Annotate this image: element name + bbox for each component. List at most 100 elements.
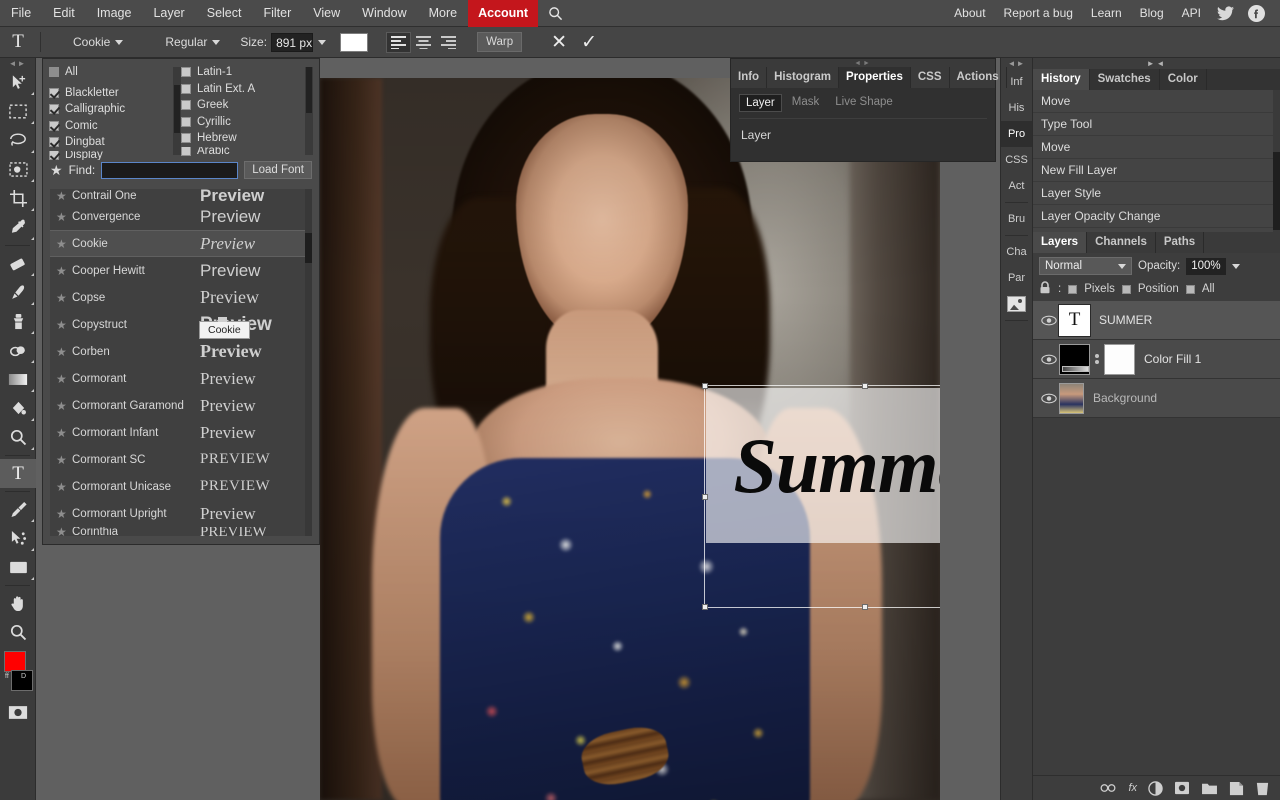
font-category-all[interactable]: All — [49, 64, 173, 81]
twitter-icon[interactable] — [1210, 6, 1241, 21]
foreground-background-colors[interactable]: ff D — [0, 650, 36, 696]
align-center-icon[interactable] — [411, 32, 436, 53]
star-icon[interactable]: ★ — [56, 189, 72, 203]
layer-name[interactable]: SUMMER — [1099, 313, 1152, 327]
font-list[interactable]: ★ Contrail One Preview ★ Convergence Pre… — [50, 189, 312, 536]
tab-layers[interactable]: Layers — [1033, 232, 1087, 253]
checkbox[interactable] — [181, 67, 191, 77]
menu-item-edit[interactable]: Edit — [42, 0, 86, 27]
move-tool[interactable] — [0, 68, 36, 97]
toolbar-grip[interactable]: ◄► — [0, 58, 35, 68]
menu-item-layer[interactable]: Layer — [142, 0, 195, 27]
transform-handle-bottom-center[interactable] — [862, 604, 868, 610]
font-list-item[interactable]: ★ Cormorant SC PREVIEW — [50, 446, 312, 473]
zoom-tool[interactable] — [0, 423, 36, 452]
load-font-button[interactable]: Load Font — [244, 161, 312, 179]
star-icon[interactable]: ★ — [56, 507, 72, 521]
menu-item-learn[interactable]: Learn — [1082, 0, 1131, 27]
font-style-dropdown[interactable]: Regular — [159, 32, 226, 53]
object-select-tool[interactable] — [0, 155, 36, 184]
star-icon[interactable]: ★ — [56, 210, 72, 224]
commit-check-icon[interactable]: ✓ — [574, 33, 604, 52]
history-item[interactable]: Type Tool — [1033, 113, 1280, 136]
dock-css[interactable]: CSS — [1001, 147, 1032, 173]
transform-handle-middle-left[interactable] — [702, 494, 708, 500]
tab-history[interactable]: History — [1033, 69, 1090, 90]
font-list-item[interactable]: ★ Cormorant Upright Preview — [50, 500, 312, 527]
layer-row-background[interactable]: Background — [1033, 379, 1280, 418]
star-icon[interactable]: ★ — [56, 426, 72, 440]
background-layer-thumbnail[interactable] — [1059, 383, 1084, 414]
history-item[interactable]: Move — [1033, 90, 1280, 113]
font-script-hebrew[interactable]: Hebrew — [181, 130, 305, 147]
lock-position-checkbox[interactable] — [1122, 285, 1131, 294]
checkbox[interactable] — [181, 100, 191, 110]
checkbox[interactable] — [181, 84, 191, 94]
menu-item-select[interactable]: Select — [196, 0, 253, 27]
adjustment-layer-icon[interactable] — [1148, 781, 1163, 796]
search-icon[interactable] — [538, 0, 573, 27]
gradient-tool[interactable] — [0, 365, 36, 394]
layer-mask-icon[interactable] — [1174, 781, 1190, 795]
font-category-right-scrollbar[interactable] — [305, 67, 313, 155]
layer-name[interactable]: Background — [1093, 391, 1157, 405]
type-tool[interactable]: T — [0, 459, 36, 488]
transform-handle-top-center[interactable] — [862, 383, 868, 389]
font-category-calligraphic[interactable]: Calligraphic — [49, 101, 173, 118]
tab-actions[interactable]: Actions — [950, 67, 1007, 88]
history-list[interactable]: Move Type Tool Move New Fill Layer Layer… — [1033, 90, 1280, 232]
lasso-tool[interactable] — [0, 126, 36, 155]
screen-mode-icon[interactable] — [0, 698, 36, 727]
font-list-item[interactable]: ★ Copse Preview — [50, 284, 312, 311]
star-icon[interactable]: ★ — [50, 163, 63, 177]
font-list-item[interactable]: ★ Cormorant Unicase PREVIEW — [50, 473, 312, 500]
properties-panel-grip[interactable]: ◄► — [731, 59, 995, 67]
font-category-dingbat[interactable]: Dingbat — [49, 134, 173, 151]
font-category-blackletter[interactable]: Blackletter — [49, 85, 173, 102]
menu-item-image[interactable]: Image — [86, 0, 143, 27]
layer-row-color-fill[interactable]: Color Fill 1 — [1033, 340, 1280, 379]
align-right-icon[interactable] — [436, 32, 461, 53]
font-picker-flyout[interactable]: All Blackletter Calligraphic Comic Dingb… — [42, 58, 320, 545]
layer-mask-thumbnail[interactable] — [1104, 344, 1135, 375]
checkbox[interactable] — [181, 117, 191, 127]
history-item[interactable]: Layer Opacity Change — [1033, 205, 1280, 228]
font-list-item[interactable]: ★ Cormorant Preview — [50, 365, 312, 392]
dock-brushes[interactable]: Bru — [1001, 206, 1032, 232]
font-list-item[interactable]: ★ Copystruct Preview — [50, 311, 312, 338]
menu-item-filter[interactable]: Filter — [252, 0, 302, 27]
fx-icon[interactable]: fx — [1128, 782, 1137, 794]
history-item[interactable]: Move — [1033, 136, 1280, 159]
checkbox[interactable] — [49, 88, 59, 98]
tab-css[interactable]: CSS — [911, 67, 950, 88]
subtab-layer[interactable]: Layer — [739, 94, 782, 112]
star-icon[interactable]: ★ — [56, 480, 72, 494]
font-list-item[interactable]: ★ Corben Preview — [50, 338, 312, 365]
font-category-comic[interactable]: Comic — [49, 118, 173, 135]
subtab-live-shape[interactable]: Live Shape — [829, 94, 899, 112]
link-mask-icon[interactable] — [1093, 354, 1101, 364]
opacity-chevron-down-icon[interactable] — [1232, 264, 1240, 269]
dock-paragraph[interactable]: Par — [1001, 265, 1032, 291]
tab-properties[interactable]: Properties — [839, 67, 911, 88]
font-script-latin-ext-a[interactable]: Latin Ext. A — [181, 81, 305, 98]
layer-visibility-eye-icon[interactable] — [1039, 315, 1059, 326]
new-group-icon[interactable] — [1201, 781, 1218, 795]
eyedropper-tool[interactable] — [0, 213, 36, 242]
warp-button[interactable]: Warp — [477, 32, 522, 52]
magnify-tool[interactable] — [0, 618, 36, 647]
document-photo[interactable]: Summer — [320, 78, 940, 800]
clone-stamp-tool[interactable] — [0, 307, 36, 336]
star-icon[interactable]: ★ — [56, 345, 72, 359]
font-script-greek[interactable]: Greek — [181, 97, 305, 114]
link-layers-icon[interactable] — [1099, 783, 1117, 793]
star-icon[interactable]: ★ — [56, 372, 72, 386]
font-list-item[interactable]: ★ Cormorant Infant Preview — [50, 419, 312, 446]
tab-paths[interactable]: Paths — [1156, 232, 1204, 253]
facebook-icon[interactable] — [1241, 5, 1272, 22]
dock-image-panel[interactable] — [1001, 291, 1032, 317]
menu-item-blog[interactable]: Blog — [1131, 0, 1173, 27]
blend-mode-dropdown[interactable]: Normal — [1039, 257, 1132, 275]
tab-channels[interactable]: Channels — [1087, 232, 1156, 253]
checkbox[interactable] — [181, 147, 191, 156]
